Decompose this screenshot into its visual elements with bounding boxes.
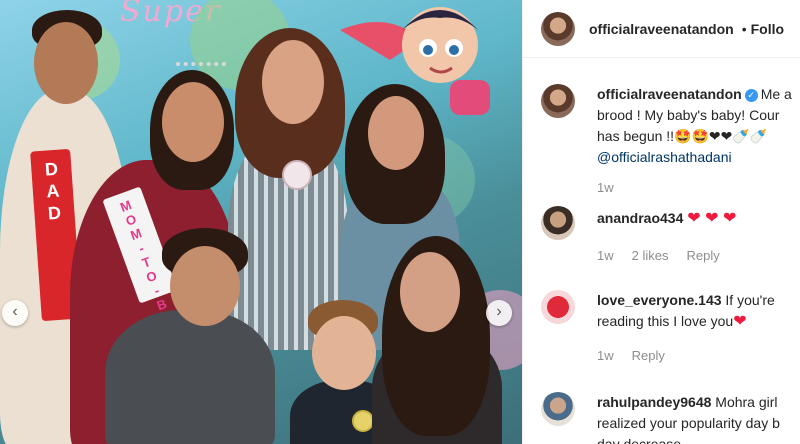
author-avatar[interactable] [541, 11, 575, 46]
person-center-face [262, 40, 324, 124]
caption-comment: officialraveenatandon ✓ Me a brood ! My ba… [541, 84, 800, 195]
reply-button[interactable]: Reply [686, 248, 719, 263]
comment-avatar[interactable] [541, 290, 575, 324]
caption-username[interactable]: officialraveenatandon [597, 86, 742, 102]
comment-meta: 1w Reply [597, 348, 665, 363]
comment-avatar[interactable] [541, 206, 575, 240]
post-photo[interactable]: Super DAD MOM-TO-BE ‹ › [0, 0, 522, 444]
caption-line-3: has begun !!🤩🤩❤❤🍼🍼 [597, 128, 768, 144]
comment-body: love_everyone.143 If you're reading this… [597, 290, 800, 332]
next-photo-button[interactable]: › [486, 300, 512, 326]
dad-sash-label: DAD [44, 158, 62, 224]
caption-time: 1w [597, 180, 614, 195]
person-mom-face [162, 82, 224, 162]
person-toddler-face [312, 316, 376, 390]
comment-item: rahulpandey9648 Mohra girl realized your… [541, 392, 800, 444]
toddler-badge [352, 410, 374, 432]
caption-body: officialraveenatandon ✓ Me a brood ! My ba… [597, 84, 800, 168]
comment-time: 1w [597, 248, 614, 263]
caption-line-2: brood ! My baby's baby! Cour [597, 107, 780, 123]
comment-text-line-2: realized your popularity day b [597, 415, 780, 431]
person-right-face [368, 96, 424, 170]
comment-meta: 1w 2 likes Reply [597, 248, 720, 263]
reply-button[interactable]: Reply [632, 348, 665, 363]
header-separator: • [741, 20, 747, 37]
heart-emoji-icon: ❤ [733, 313, 747, 330]
heart-emoji-icon: ❤ ❤ ❤ [687, 210, 737, 227]
comment-text-line-2: reading this I love you [597, 313, 734, 329]
caption-avatar[interactable] [541, 84, 575, 118]
comment-likes[interactable]: 2 likes [632, 248, 669, 263]
party-badge [282, 160, 312, 190]
caption-meta: 1w [597, 180, 614, 195]
comment-avatar[interactable] [541, 392, 575, 426]
post-details-panel: officialraveenatandon • Follo officialra… [522, 0, 800, 444]
comment-body: rahulpandey9648 Mohra girl realized your… [597, 392, 800, 444]
post-header: officialraveenatandon • Follo [523, 0, 800, 58]
comment-body: anandrao434 ❤ ❤ ❤ [597, 208, 800, 229]
person-man-face [34, 22, 98, 104]
previous-photo-button[interactable]: ‹ [2, 300, 28, 326]
comment-text-line-3: day decrease [597, 436, 682, 444]
comment-item: anandrao434 ❤ ❤ ❤ 1w 2 likes Reply [541, 206, 800, 276]
caption-mention-link[interactable]: @officialrashathadani [597, 149, 732, 165]
comment-text: If you're [725, 292, 775, 308]
comment-username[interactable]: anandrao434 [597, 210, 683, 226]
comment-username[interactable]: love_everyone.143 [597, 292, 722, 308]
tiara-icon [176, 62, 226, 78]
caption-line-1: Me a [760, 86, 792, 102]
person-boy [105, 310, 275, 444]
verified-badge-icon: ✓ [744, 89, 758, 102]
comment-time: 1w [597, 348, 614, 363]
comment-text: Mohra girl [715, 394, 778, 410]
follow-button[interactable]: Follo [751, 21, 784, 37]
person-boy-face [170, 246, 240, 326]
author-username[interactable]: officialraveenatandon [589, 21, 734, 37]
person-girl-face [400, 252, 460, 332]
comment-username[interactable]: rahulpandey9648 [597, 394, 711, 410]
comment-item: love_everyone.143 If you're reading this… [541, 290, 800, 370]
